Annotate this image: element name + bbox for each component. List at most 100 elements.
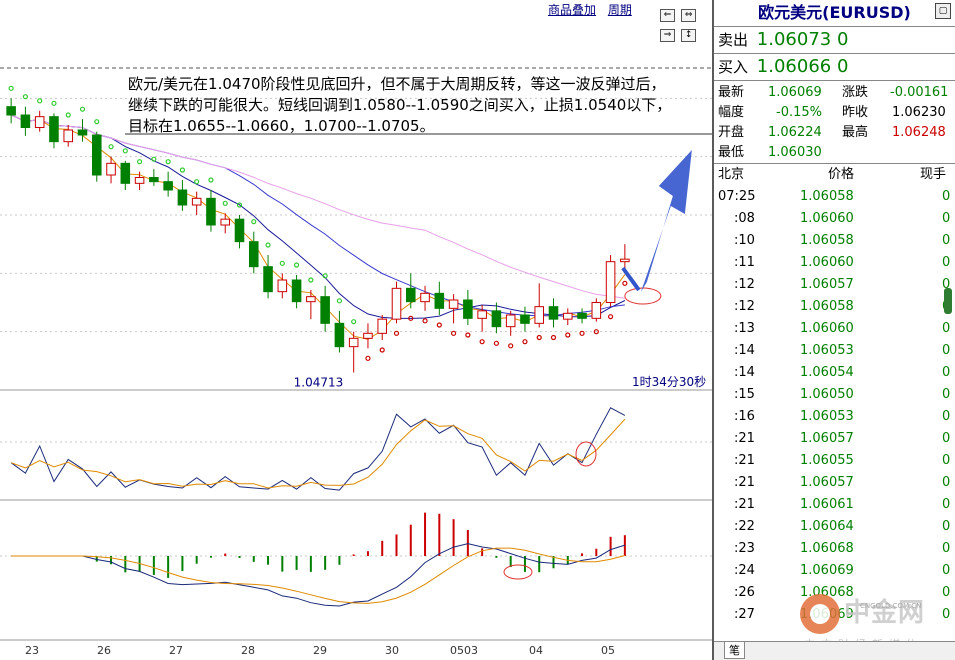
tick-time: 07:25 [718,189,756,204]
chart-area[interactable]: 1.04713 1时34分30秒 23 26 27 28 29 30 0503 04 05 商品叠… [0,0,712,660]
tick-row: :22 1.06064 0 [714,516,955,538]
tick-time: :14 [734,343,755,358]
tick-price: 1.06060 [800,321,854,336]
candle-body [120,162,131,184]
stat-label: 最高 [842,125,869,140]
sar-dot [251,219,257,225]
sar-dot [536,334,542,341]
x-tick-label: 26 [97,644,111,657]
sar-dot [550,334,557,341]
candle-body [263,266,273,293]
sar-dot [179,167,186,173]
tick-price: 1.06057 [800,475,854,490]
ticks-list[interactable]: 07:25 1.06058 0:08 1.06060 0:10 1.06058 0:11 1.… [714,186,955,626]
x-tick-label: 28 [241,644,255,657]
sar-dot [422,318,428,324]
candle-body [34,116,45,128]
candle-body [234,218,245,243]
tick-time: :23 [734,541,755,556]
tick-price: 1.06060 [800,211,854,226]
sar-dot [565,332,571,338]
candle-body [63,129,74,143]
candle-body [548,306,559,320]
x-tick-label: 05 [601,644,615,657]
sell-value: 1.06073 0 [756,29,849,50]
ticks-header: 北京 价格 现手 [714,163,955,186]
tick-price: 1.06058 [800,189,854,204]
candle-body [363,332,373,339]
candle-body [49,116,59,143]
low-marker-label: 1.04713 [294,376,344,390]
sar-dot [436,322,442,328]
analysis-annotation: 欧元/美元在1.0470阶段性见底回升，但不属于大周期反转，等这一波反弹过后， … [128,74,708,137]
tick-row: :08 1.06060 0 [714,208,955,230]
nav-right-button[interactable]: ⇒ [660,29,675,42]
sar-dot [136,159,143,165]
candle-body [134,177,145,184]
pointer-arrow [640,150,692,292]
stat-label: 开盘 [718,125,745,140]
stat-value: 1.06069 [768,85,822,100]
sar-dot [522,339,528,345]
stat-label: 幅度 [718,105,745,120]
tick-time: :15 [734,387,755,402]
ticks-scrollbar[interactable] [944,168,952,638]
candle-body [434,292,445,309]
nav-left-button[interactable]: ⇐ [660,9,675,22]
stat-label: 最新 [718,85,745,100]
logo-icon [800,594,840,634]
annotation-line: 继续下跌的可能很大。短线回调到1.0580--1.0590之间买入，止损1.05… [128,96,672,114]
nav-vertical-button[interactable]: ↕ [681,29,697,42]
candle-body [491,310,502,328]
sar-dot [508,343,514,349]
tick-row: :21 1.06057 0 [714,428,955,450]
macd-dea-line [11,547,626,604]
kdj-indicator [10,407,626,491]
candle-body [534,306,545,324]
period-link[interactable]: 周期 [608,3,632,17]
x-tick-label: 0503 [450,644,478,657]
nav-both-button[interactable]: ⇔ [681,9,697,22]
candle-body [306,296,316,303]
close-icon[interactable]: ▢ [935,3,951,19]
sar-dot [308,277,314,283]
sar-dot [365,355,371,361]
candle-body [520,314,530,324]
grid-lines [0,67,712,641]
tick-time: :24 [734,563,755,578]
tick-row: :13 1.06060 0 [714,318,955,340]
tick-time: :21 [734,497,755,512]
candle-body [377,318,388,334]
scroll-thumb[interactable] [944,288,952,314]
sar-dot [265,242,271,248]
stat-row: 最新 1.06069 涨跌 -0.00161 [718,83,955,103]
candle-body [348,337,359,348]
macd-indicator [11,512,626,607]
tick-row: :24 1.06069 0 [714,560,955,582]
candle-body [448,299,459,309]
annotation-line: 欧元/美元在1.0470阶段性见底回升，但不属于大周期反转，等这一波反弹过后， [128,75,666,93]
overlay-link[interactable]: 商品叠加 [548,3,596,17]
tick-time: :12 [734,277,755,292]
sell-row: 卖出 1.06073 0 [714,26,955,53]
tick-row: :21 1.06061 0 [714,494,955,516]
x-axis: 23 26 27 28 29 30 0503 04 05 [25,644,615,657]
candle-body [477,310,487,319]
sar-dot [194,179,200,185]
ticks-tab[interactable]: 笔 [724,641,745,659]
sell-label: 卖出 [718,31,749,49]
tick-row: :14 1.06054 0 [714,362,955,384]
ma-line [10,114,625,317]
x-tick-label: 29 [313,644,327,657]
tick-row: :12 1.06057 0 [714,274,955,296]
tick-time: :26 [734,585,755,600]
tick-price: 1.06057 [800,277,854,292]
tick-time: :21 [734,475,755,490]
x-tick-label: 23 [25,644,39,657]
annotation-line: 目标在1.0655--1.0660，1.0700--1.0705。 [128,117,435,135]
tick-row: :11 1.06060 0 [714,252,955,274]
sar-dot [65,112,71,118]
tick-time: :16 [734,409,755,424]
highlight-ellipse [624,287,662,305]
tick-price: 1.06058 [800,299,854,314]
